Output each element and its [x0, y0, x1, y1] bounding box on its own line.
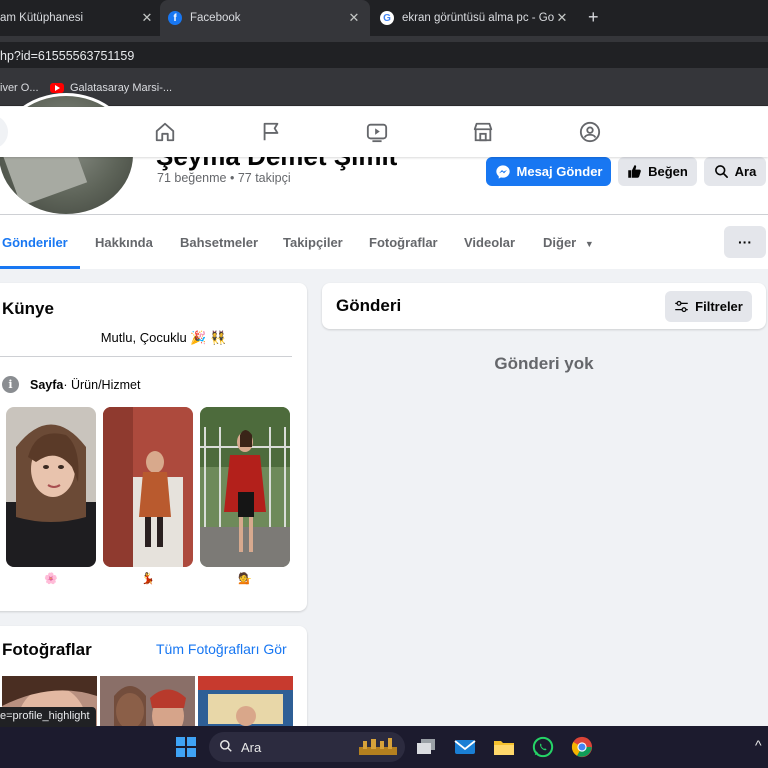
task-view-icon[interactable]	[414, 735, 438, 759]
tab-posts[interactable]: Gönderiler	[2, 235, 68, 250]
empty-posts-message: Gönderi yok	[494, 354, 594, 373]
send-message-button[interactable]: Mesaj Gönder	[486, 157, 611, 186]
page-category: i Sayfa · Ürün/Hizmet	[2, 376, 140, 393]
chevron-up-icon[interactable]: ^	[755, 737, 762, 753]
posts-header-card: Gönderi Filtreler	[322, 283, 766, 329]
url-text[interactable]: hp?id=61555563751159	[0, 49, 134, 63]
profile-header: Şeyma Demet Şimit 71 beğenme • 77 takipç…	[0, 93, 768, 269]
sliders-icon	[674, 300, 689, 313]
search-page-button[interactable]: Ara	[704, 157, 766, 186]
category-value: · Ürün/Hizmet	[63, 377, 141, 392]
tab-title: am Kütüphanesi	[0, 12, 84, 24]
tab-about[interactable]: Hakkında	[95, 235, 153, 250]
bookmark-label: Galatasaray Marsi-...	[70, 82, 173, 94]
filters-button[interactable]: Filtreler	[665, 291, 752, 322]
browser-tab-facebook[interactable]: f Facebook ✕	[160, 0, 370, 36]
search-label: Ara	[734, 164, 757, 179]
tab-followers[interactable]: Takipçiler	[283, 235, 343, 250]
status-url-tooltip: e=profile_highlight	[0, 707, 96, 727]
tab-title: Facebook	[190, 12, 241, 24]
browser-tab-strip: am Kütüphanesi ✕ f Facebook ✕ G ekran gö…	[0, 0, 768, 36]
file-explorer-icon[interactable]	[492, 735, 516, 759]
intro-bio: Mutlu, Çocuklu 🎉 👯	[100, 330, 227, 345]
tab-more[interactable]: Diğer ▼	[543, 235, 594, 250]
thumbs-up-icon	[627, 164, 642, 179]
see-all-photos-link[interactable]: Tüm Fotoğrafları Gör	[156, 641, 287, 657]
tab-photos[interactable]: Fotoğraflar	[369, 235, 438, 250]
photos-title: Fotoğraflar	[2, 640, 92, 659]
bookmarks-bar: iver O... Galatasaray Marsi-...	[0, 72, 768, 106]
profile-tabs: Gönderiler Hakkında Bahsetmeler Takipçil…	[0, 215, 768, 269]
more-options-button[interactable]: ···	[724, 226, 766, 258]
category-label: Sayfa	[30, 377, 64, 392]
close-icon[interactable]: ✕	[139, 10, 155, 26]
facebook-top-nav	[0, 107, 768, 157]
intro-title: Künye	[2, 299, 54, 318]
highlight-emoji: 💃	[141, 573, 155, 585]
browser-tab-google[interactable]: G ekran görüntüsü alma pc - Goo ✕	[372, 0, 578, 36]
browser-toolbar: hp?id=61555563751159	[0, 36, 768, 72]
filters-label: Filtreler	[695, 299, 743, 314]
windows-start-icon[interactable]	[174, 735, 198, 759]
search-icon	[714, 164, 729, 179]
story-highlight[interactable]	[103, 407, 193, 567]
mail-icon[interactable]	[453, 735, 477, 759]
groups-icon[interactable]	[577, 119, 603, 145]
flag-icon[interactable]	[258, 119, 284, 145]
search-highlight-image-icon	[357, 737, 399, 760]
whatsapp-icon[interactable]	[531, 735, 555, 759]
close-icon[interactable]: ✕	[554, 10, 570, 26]
tab-title: ekran görüntüsü alma pc - Goo	[402, 12, 554, 24]
story-highlight[interactable]	[6, 407, 96, 567]
like-label: Beğen	[648, 164, 688, 179]
taskbar-search-label: Ara	[241, 739, 262, 755]
google-favicon-icon: G	[380, 11, 394, 25]
home-icon[interactable]	[152, 119, 178, 145]
caret-down-icon: ▼	[584, 239, 594, 249]
youtube-icon	[50, 83, 64, 93]
facebook-favicon-icon: f	[168, 11, 182, 25]
profile-stats[interactable]: 71 beğenme • 77 takipçi	[157, 171, 291, 185]
bookmark-label: iver O...	[0, 82, 39, 94]
search-field[interactable]	[0, 115, 8, 149]
marketplace-icon[interactable]	[470, 119, 496, 145]
video-icon[interactable]	[364, 119, 390, 145]
tab-more-label: Diğer	[543, 235, 577, 250]
chrome-icon[interactable]	[570, 735, 594, 759]
new-tab-button[interactable]: +	[588, 8, 599, 26]
highlight-emoji: 💁	[238, 573, 252, 585]
bookmark-item[interactable]: iver O...	[0, 82, 39, 94]
like-page-button[interactable]: Beğen	[618, 157, 697, 186]
posts-title: Gönderi	[336, 296, 402, 315]
tab-mentions[interactable]: Bahsetmeler	[180, 235, 258, 250]
messenger-icon	[495, 164, 511, 180]
search-icon	[219, 739, 233, 756]
divider	[0, 356, 292, 357]
windows-taskbar: Ara ^	[0, 726, 768, 768]
send-message-label: Mesaj Gönder	[516, 164, 603, 179]
highlight-emoji: 🌸	[44, 573, 58, 585]
browser-tab-library[interactable]: am Kütüphanesi ✕	[0, 0, 155, 36]
intro-card: Künye Mutlu, Çocuklu 🎉 👯 i Sayfa · Ürün/…	[0, 283, 307, 611]
story-highlight[interactable]	[200, 407, 290, 567]
tab-videos[interactable]: Videolar	[464, 235, 515, 250]
taskbar-search[interactable]: Ara	[209, 732, 405, 762]
close-icon[interactable]: ✕	[346, 10, 362, 26]
info-icon: i	[2, 376, 19, 393]
active-tab-indicator	[0, 266, 80, 269]
screen: am Kütüphanesi ✕ f Facebook ✕ G ekran gö…	[0, 0, 768, 768]
